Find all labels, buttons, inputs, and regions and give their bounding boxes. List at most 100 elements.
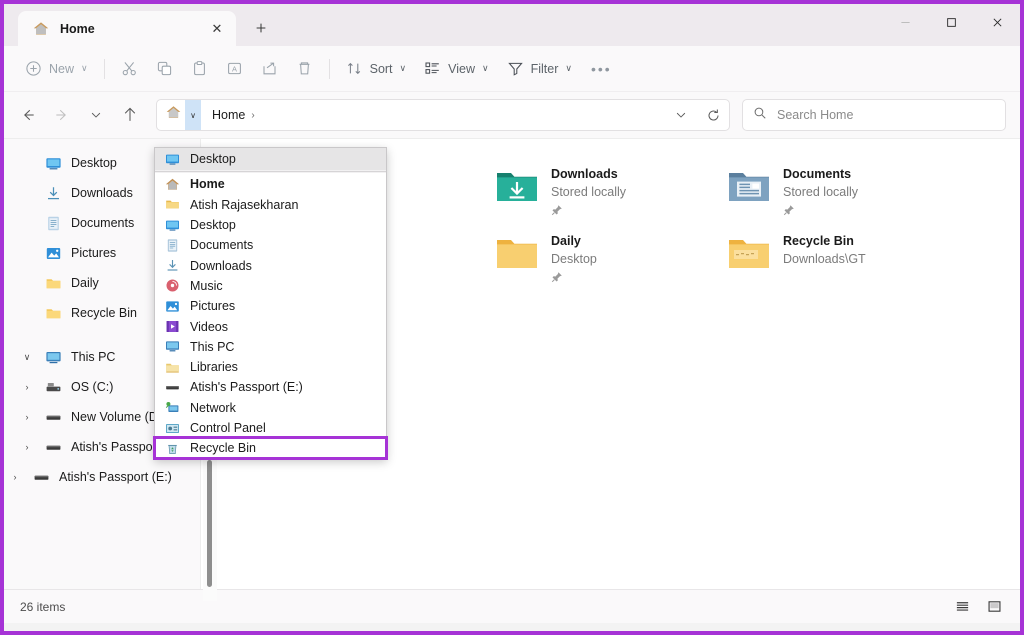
- delete-button[interactable]: [287, 54, 322, 84]
- music-icon: [165, 278, 180, 293]
- dropdown-hovered-section: Desktop: [155, 148, 386, 171]
- view-button[interactable]: View ∨: [415, 54, 497, 84]
- search-box[interactable]: [742, 99, 1006, 131]
- drive-icon: [33, 469, 50, 486]
- sidebar-item-label: OS (C:): [71, 380, 114, 394]
- sidebar-item-label: Downloads: [71, 186, 133, 200]
- breadcrumb-home[interactable]: Home: [203, 108, 251, 122]
- pin-icon: [551, 203, 563, 216]
- close-tab-button[interactable]: ✕: [204, 16, 230, 42]
- dropdown-item-desktop[interactable]: Desktop: [155, 215, 386, 235]
- dropdown-item-desktop-top[interactable]: Desktop: [155, 149, 386, 170]
- desktop-icon: [165, 152, 180, 167]
- sidebar-item-label: New Volume (D:): [71, 410, 166, 424]
- dropdown-item-label: This PC: [190, 339, 235, 354]
- trash-icon: [296, 60, 313, 77]
- dropdown-item-libraries[interactable]: Libraries: [155, 357, 386, 377]
- chevron-right-icon[interactable]: ›: [18, 412, 36, 422]
- breadcrumb-dropdown-scrollbar[interactable]: [203, 454, 217, 601]
- breadcrumb-home-chip[interactable]: ∨: [157, 100, 203, 130]
- scrollbar-thumb[interactable]: [207, 460, 212, 587]
- chevron-right-icon[interactable]: ›: [18, 442, 36, 452]
- search-input[interactable]: [777, 108, 995, 122]
- dropdown-item-videos[interactable]: Videos: [155, 316, 386, 336]
- maximize-button[interactable]: [928, 4, 974, 40]
- chevron-right-icon[interactable]: ›: [6, 472, 24, 482]
- arrow-up-icon: [124, 107, 136, 121]
- more-options-button[interactable]: •••: [581, 61, 622, 77]
- chevron-down-icon: ∨: [482, 63, 489, 73]
- filter-button[interactable]: Filter ∨: [498, 54, 581, 84]
- paste-button[interactable]: [182, 54, 217, 84]
- chevron-down-icon[interactable]: ∨: [18, 352, 36, 363]
- share-button[interactable]: [252, 54, 287, 84]
- dropdown-item-label: Network: [190, 400, 236, 415]
- new-button[interactable]: New ∨: [16, 54, 97, 84]
- chevron-down-icon: ∨: [399, 63, 407, 73]
- breadcrumb-dropdown-toggle[interactable]: ∨: [185, 100, 201, 130]
- network-icon: [165, 400, 180, 415]
- dropdown-item-home[interactable]: Home: [155, 174, 386, 194]
- details-view-button[interactable]: [948, 595, 976, 619]
- details-view-icon: [956, 602, 968, 611]
- tab-home[interactable]: Home ✕: [18, 11, 236, 46]
- chevron-right-icon[interactable]: ›: [18, 382, 36, 392]
- dropdown-item-network[interactable]: Network: [155, 398, 386, 418]
- chevron-down-icon: [676, 112, 686, 118]
- dropdown-item-this-pc[interactable]: This PC: [155, 337, 386, 357]
- command-toolbar: New ∨ A Sort ∨ View ∨ Filter ∨ •••: [4, 46, 1020, 92]
- tile-text: Recycle Bin Downloads\GT: [783, 232, 866, 299]
- home-icon: [32, 20, 50, 38]
- folder-icon: [727, 234, 771, 274]
- dropdown-item-documents[interactable]: Documents: [155, 235, 386, 255]
- new-button-label: New: [49, 61, 75, 76]
- back-button[interactable]: [12, 99, 44, 131]
- tile-name: Daily: [551, 234, 581, 248]
- breadcrumb-bar[interactable]: ∨ Home ›: [156, 99, 730, 131]
- dropdown-item-label: Desktop: [190, 152, 236, 167]
- dropdown-item-music[interactable]: Music: [155, 276, 386, 296]
- refresh-button[interactable]: [697, 99, 729, 131]
- dropdown-item-pictures[interactable]: Pictures: [155, 296, 386, 316]
- plus-icon: [256, 23, 266, 33]
- dropdown-item-atish-rajasekharan[interactable]: Atish Rajasekharan: [155, 195, 386, 215]
- breadcrumb-separator[interactable]: ›: [251, 110, 254, 121]
- folder-tile-downloads[interactable]: Downloads Stored locally: [495, 165, 727, 232]
- this-pc-icon: [45, 349, 62, 366]
- sort-button[interactable]: Sort ∨: [337, 54, 416, 84]
- folder-tile-documents[interactable]: Documents Stored locally: [727, 165, 959, 232]
- dropdown-item-downloads[interactable]: Downloads: [155, 255, 386, 275]
- dropdown-item-atish-passport-e[interactable]: Atish's Passport (E:): [155, 377, 386, 397]
- downloads-icon: [45, 185, 62, 202]
- large-icons-view-button[interactable]: [980, 595, 1008, 619]
- folder-tile-daily[interactable]: Daily Desktop: [495, 232, 727, 299]
- dropdown-item-label: Atish Rajasekharan: [190, 197, 299, 212]
- title-bar: Home ✕: [4, 4, 1020, 46]
- new-tab-button[interactable]: [246, 13, 276, 43]
- recent-locations-button[interactable]: [80, 99, 112, 131]
- os-drive-icon: [45, 379, 62, 396]
- clipboard-icon: [191, 60, 208, 77]
- address-history-button[interactable]: [665, 99, 697, 131]
- tab-title: Home: [60, 21, 95, 36]
- copy-icon: [156, 60, 173, 77]
- forward-button[interactable]: [46, 99, 78, 131]
- dropdown-item-control-panel[interactable]: Control Panel: [155, 418, 386, 438]
- minimize-button[interactable]: [882, 4, 928, 40]
- dropdown-divider: [155, 171, 386, 173]
- breadcrumb-right-controls: [665, 99, 729, 131]
- close-window-button[interactable]: [974, 4, 1020, 40]
- copy-button[interactable]: [147, 54, 182, 84]
- dropdown-item-recycle-bin[interactable]: Recycle Bin: [153, 436, 388, 461]
- cut-button[interactable]: [112, 54, 147, 84]
- view-toggle-group: [948, 595, 1008, 619]
- close-icon: [993, 18, 1001, 26]
- rename-button[interactable]: A: [217, 54, 252, 84]
- sidebar-item-atish-passport-e-root[interactable]: › Atish's Passport (E:): [4, 462, 194, 492]
- sidebar-item-label: Daily: [71, 276, 99, 290]
- folder-tile-recycle-bin[interactable]: Recycle Bin Downloads\GT: [727, 232, 959, 299]
- documents-icon: [45, 215, 62, 232]
- tile-subtitle: Downloads\GT: [783, 252, 866, 266]
- up-button[interactable]: [114, 99, 146, 131]
- drive-icon: [45, 409, 62, 426]
